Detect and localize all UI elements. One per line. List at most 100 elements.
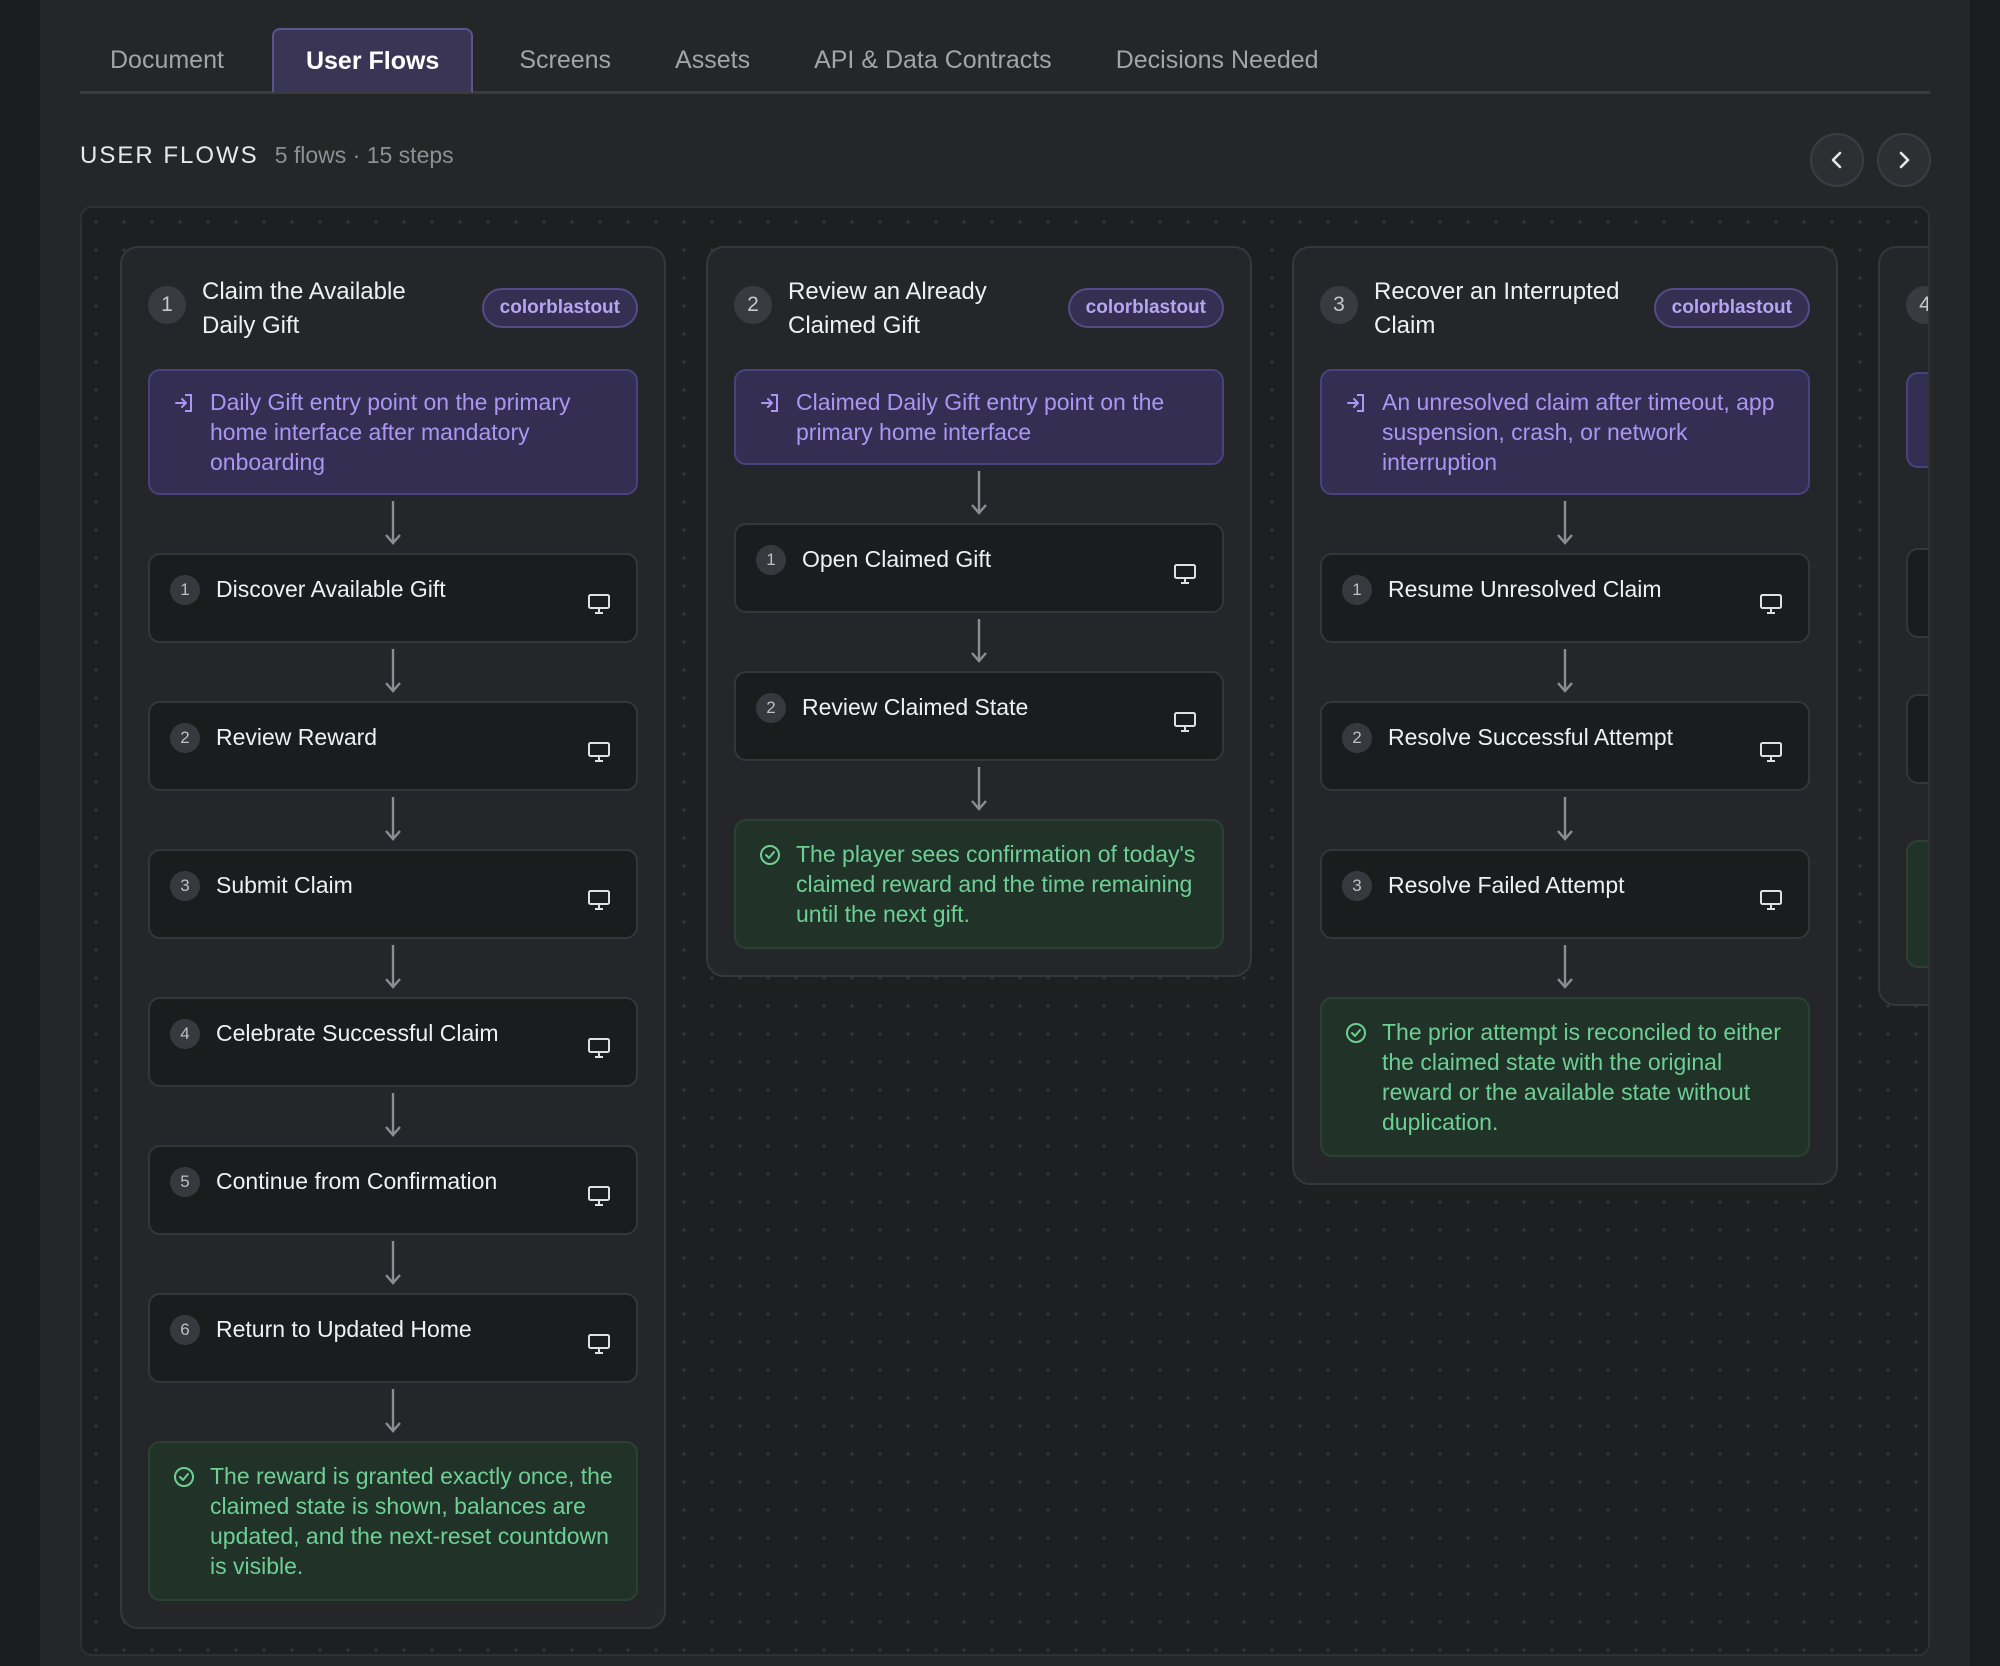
flow-number: 3 [1320,286,1358,324]
flow-header: 1 Claim the Available Daily Gift colorbl… [148,272,638,343]
tab-assets[interactable]: Assets [643,28,782,92]
monitor-icon [1174,564,1196,584]
arrow-down-icon [1320,791,1810,849]
step-card[interactable] [1906,694,1928,784]
entry-text: An unresolved claim after timeout, app s… [1382,389,1775,475]
arrow-down-icon [734,761,1224,819]
flow-tag[interactable]: colorblastout [1067,288,1224,328]
monitor-icon [588,1334,610,1354]
next-button[interactable] [1877,133,1931,187]
arrow-down-icon [1320,939,1810,997]
flow-entry-point [1906,372,1928,468]
monitor-icon [588,1186,610,1206]
step-number: 6 [170,1315,200,1345]
step-label: Celebrate Successful Claim [216,1020,499,1046]
entry-icon [1347,394,1364,412]
step-number: 1 [756,545,786,575]
step-card[interactable] [1906,548,1928,638]
flow-number: 1 [148,286,186,324]
step-card[interactable]: 2 Review Claimed State [734,671,1224,761]
flow-number: 4 [1906,286,1928,324]
prev-button[interactable] [1810,133,1864,187]
flow-outcome: The player sees confirmation of today's … [734,819,1224,949]
outcome-text: The player sees confirmation of today's … [796,841,1196,927]
step-card[interactable]: 2 Resolve Successful Attempt [1320,701,1810,791]
arrow-down-icon [734,613,1224,671]
flow-header: 3 Recover an Interrupted Claim colorblas… [1320,272,1810,343]
entry-icon [175,394,192,412]
step-card[interactable]: 3 Resolve Failed Attempt [1320,849,1810,939]
step-number: 1 [170,575,200,605]
section-title: USER FLOWS [80,142,259,169]
arrow-down-icon [148,939,638,997]
flow-tag[interactable]: colorblastout [481,288,638,328]
outcome-text: The reward is granted exactly once, the … [210,1463,613,1579]
flow-entry-point: Daily Gift entry point on the primary ho… [148,369,638,495]
monitor-icon [1760,594,1782,614]
monitor-icon [1174,712,1196,732]
flow-card-4: 4 [1878,246,1928,1006]
arrow-down-icon [148,643,638,701]
step-label: Review Claimed State [802,694,1029,720]
step-card[interactable]: 6 Return to Updated Home [148,1293,638,1383]
monitor-icon [588,890,610,910]
arrow-down-icon [148,791,638,849]
left-rail [0,0,40,1666]
monitor-icon [1760,742,1782,762]
step-card[interactable]: 4 Celebrate Successful Claim [148,997,638,1087]
step-label: Discover Available Gift [216,576,446,602]
arrow-down-icon [148,1087,638,1145]
check-circle-icon [174,1467,194,1487]
flow-outcome: The reward is granted exactly once, the … [148,1441,638,1601]
step-label: Resolve Successful Attempt [1388,724,1674,750]
tab-bar: Document User Flows Screens Assets API &… [80,28,1930,94]
right-rail [1970,0,2000,1666]
step-card[interactable]: 5 Continue from Confirmation [148,1145,638,1235]
monitor-icon [1760,890,1782,910]
step-label: Resume Unresolved Claim [1388,576,1662,602]
step-number: 3 [1342,871,1372,901]
step-number: 2 [756,693,786,723]
section-meta: 5 flows · 15 steps [274,142,454,168]
flow-tag[interactable]: colorblastout [1653,288,1810,328]
step-number: 2 [1342,723,1372,753]
step-card[interactable]: 1 Resume Unresolved Claim [1320,553,1810,643]
flow-outcome [1906,840,1928,968]
monitor-icon [588,1038,610,1058]
step-label: Open Claimed Gift [802,546,992,572]
flow-card-1: 1 Claim the Available Daily Gift colorbl… [120,246,666,1629]
flow-header: 2 Review an Already Claimed Gift colorbl… [734,272,1224,343]
flow-entry-point: An unresolved claim after timeout, app s… [1320,369,1810,495]
tab-screens[interactable]: Screens [487,28,643,92]
entry-text: Daily Gift entry point on the primary ho… [210,389,571,475]
step-card[interactable]: 1 Discover Available Gift [148,553,638,643]
monitor-icon [588,594,610,614]
step-label: Submit Claim [216,872,353,898]
flow-outcome: The prior attempt is reconciled to eithe… [1320,997,1810,1157]
flow-title: Review an Already Claimed Gift [788,278,987,339]
step-card[interactable]: 3 Submit Claim [148,849,638,939]
tab-user-flows[interactable]: User Flows [271,28,474,92]
tab-document[interactable]: Document [80,28,256,92]
flows-board[interactable]: 1 Claim the Available Daily Gift colorbl… [80,206,1930,1656]
check-circle-icon [1346,1023,1366,1043]
step-card[interactable]: 1 Open Claimed Gift [734,523,1224,613]
flow-card-2: 2 Review an Already Claimed Gift colorbl… [706,246,1252,977]
arrow-down-icon [734,465,1224,523]
step-number: 5 [170,1167,200,1197]
chevron-right-icon [1899,151,1910,169]
section-header: USER FLOWS 5 flows · 15 steps [80,142,454,170]
tab-decisions-needed[interactable]: Decisions Needed [1084,28,1351,92]
step-label: Resolve Failed Attempt [1388,872,1625,898]
step-number: 2 [170,723,200,753]
entry-icon [761,394,778,412]
arrow-down-icon [1320,495,1810,553]
monitor-icon [588,742,610,762]
flow-entry-point: Claimed Daily Gift entry point on the pr… [734,369,1224,465]
step-number: 3 [170,871,200,901]
tab-api-data-contracts[interactable]: API & Data Contracts [782,28,1084,92]
step-card[interactable]: 2 Review Reward [148,701,638,791]
flow-title: Claim the Available Daily Gift [202,278,406,339]
step-label: Continue from Confirmation [216,1168,498,1194]
flow-card-3: 3 Recover an Interrupted Claim colorblas… [1292,246,1838,1185]
